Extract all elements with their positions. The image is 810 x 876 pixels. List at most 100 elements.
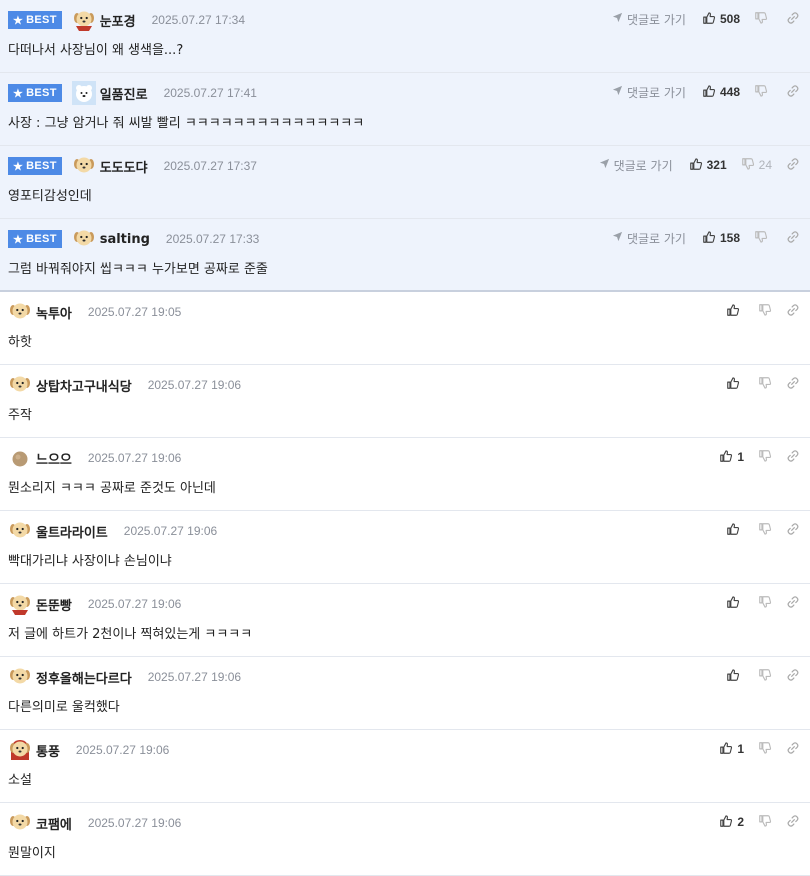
thumbs-up-icon [726, 668, 740, 685]
avatar[interactable] [8, 373, 32, 397]
nickname[interactable]: 울트라라이트 [36, 522, 108, 541]
like-button[interactable]: 158 [702, 230, 740, 247]
link-copy-button[interactable] [786, 230, 800, 247]
best-badge: ★ BEST [8, 157, 62, 175]
go-to-reply-link[interactable]: 댓글로 가기 [612, 84, 686, 101]
link-copy-button[interactable] [786, 595, 800, 612]
link-icon [786, 11, 800, 28]
star-icon: ★ [13, 87, 24, 100]
comment-date: 2025.07.27 17:41 [163, 86, 257, 100]
like-button[interactable] [726, 595, 744, 612]
dislike-button[interactable] [758, 449, 772, 466]
link-copy-button[interactable] [786, 814, 800, 831]
link-icon [786, 595, 800, 612]
go-to-reply-link[interactable]: 댓글로 가기 [612, 11, 686, 28]
comment-date: 2025.07.27 17:33 [165, 232, 260, 246]
comment: 정후올해는다르다 2025.07.27 19:06 다른의미로 울컥했다 [0, 657, 810, 730]
nickname[interactable]: 느으으 [36, 449, 72, 468]
comment: 상탑차고구내식당 2025.07.27 19:06 주작 [0, 365, 810, 438]
nickname[interactable]: salting [100, 232, 150, 247]
avatar[interactable] [8, 738, 32, 762]
dislike-button[interactable] [758, 376, 772, 393]
comment: 녹투아 2025.07.27 19:05 하핫 [0, 292, 810, 365]
dislike-button[interactable] [758, 814, 772, 831]
like-button[interactable]: 448 [702, 84, 740, 101]
dislike-button[interactable] [754, 84, 772, 101]
nickname[interactable]: 눈포경 [100, 11, 136, 30]
link-copy-button[interactable] [786, 449, 800, 466]
nickname[interactable]: 도도도댜 [100, 157, 148, 176]
comment-date: 2025.07.27 19:06 [123, 524, 218, 538]
nickname[interactable]: 돈뚠빵 [36, 595, 72, 614]
like-button[interactable]: 1 [719, 449, 744, 466]
send-arrow-icon [612, 12, 627, 26]
avatar[interactable] [8, 811, 32, 835]
thumbs-down-icon [758, 668, 772, 685]
go-to-reply-label: 댓글로 가기 [626, 12, 686, 27]
comment-text: 그럼 바꿔줘야지 씹ㅋㅋㅋ 누가보면 공짜로 준줄 [8, 262, 268, 277]
best-label: BEST [26, 233, 57, 245]
comment-date: 2025.07.27 19:06 [147, 378, 242, 392]
dislike-button[interactable] [758, 303, 772, 320]
dislike-button[interactable] [758, 522, 772, 539]
comment-text: 빡대가리냐 사장이냐 손님이냐 [8, 554, 172, 569]
comment-date: 2025.07.27 19:06 [87, 597, 182, 611]
avatar[interactable] [72, 8, 96, 32]
comment-header: 느으으 2025.07.27 19:06 [8, 448, 181, 468]
avatar[interactable] [8, 592, 32, 616]
comment-header: ★ BEST 도도도댜 2025.07.27 17:37 [8, 156, 257, 176]
nickname[interactable]: 일품진로 [100, 84, 148, 103]
avatar[interactable] [8, 519, 32, 543]
link-copy-button[interactable] [786, 157, 800, 174]
dislike-button[interactable] [758, 668, 772, 685]
like-button[interactable]: 2 [719, 814, 744, 831]
dislike-button[interactable] [754, 230, 772, 247]
thumbs-up-icon [689, 157, 703, 174]
like-button[interactable] [726, 303, 744, 320]
nickname[interactable]: 코팸에 [36, 814, 72, 833]
link-copy-button[interactable] [786, 376, 800, 393]
like-button[interactable]: 508 [702, 11, 740, 28]
like-button[interactable]: 321 [689, 157, 727, 174]
link-copy-button[interactable] [786, 303, 800, 320]
link-copy-button[interactable] [786, 668, 800, 685]
thumbs-up-icon [702, 230, 716, 247]
go-to-reply-link[interactable]: 댓글로 가기 [599, 157, 673, 174]
nickname[interactable]: 녹투아 [36, 303, 72, 322]
avatar[interactable] [72, 227, 96, 251]
link-copy-button[interactable] [786, 11, 800, 28]
dislike-button[interactable] [758, 595, 772, 612]
avatar[interactable] [71, 81, 96, 105]
like-button[interactable] [726, 668, 744, 685]
link-copy-button[interactable] [786, 741, 800, 758]
comment-header: ★ BEST 눈포경 2025.07.27 17:34 [8, 8, 245, 32]
avatar[interactable] [8, 665, 32, 689]
comment-header: ★ BEST salting 2025.07.27 17:33 [8, 229, 259, 249]
link-icon [786, 449, 800, 466]
avatar[interactable] [8, 300, 32, 324]
dislike-button[interactable]: 24 [741, 157, 772, 174]
nickname[interactable]: 정후올해는다르다 [36, 668, 132, 687]
link-icon [786, 303, 800, 320]
go-to-reply-link[interactable]: 댓글로 가기 [612, 230, 686, 247]
link-icon [786, 230, 800, 247]
go-to-reply-label: 댓글로 가기 [626, 85, 686, 100]
best-comment: ★ BEST salting 2025.07.27 17:33 댓글로 가기 15… [0, 219, 810, 292]
thumbs-down-icon [758, 522, 772, 539]
nickname[interactable]: 상탑차고구내식당 [36, 376, 132, 395]
thumbs-down-icon [758, 814, 772, 831]
comment-header: 코팸에 2025.07.27 19:06 [8, 813, 181, 833]
avatar[interactable] [72, 154, 96, 178]
like-button[interactable]: 1 [719, 741, 744, 758]
nickname[interactable]: 통풍 [36, 741, 60, 760]
avatar[interactable] [8, 446, 32, 470]
like-button[interactable] [726, 376, 744, 393]
link-copy-button[interactable] [786, 522, 800, 539]
dislike-button[interactable] [754, 11, 772, 28]
link-copy-button[interactable] [786, 84, 800, 101]
dislike-button[interactable] [758, 741, 772, 758]
thumbs-down-icon [754, 84, 768, 101]
like-button[interactable] [726, 522, 744, 539]
go-to-reply-label: 댓글로 가기 [626, 231, 686, 246]
like-count: 321 [706, 158, 727, 172]
